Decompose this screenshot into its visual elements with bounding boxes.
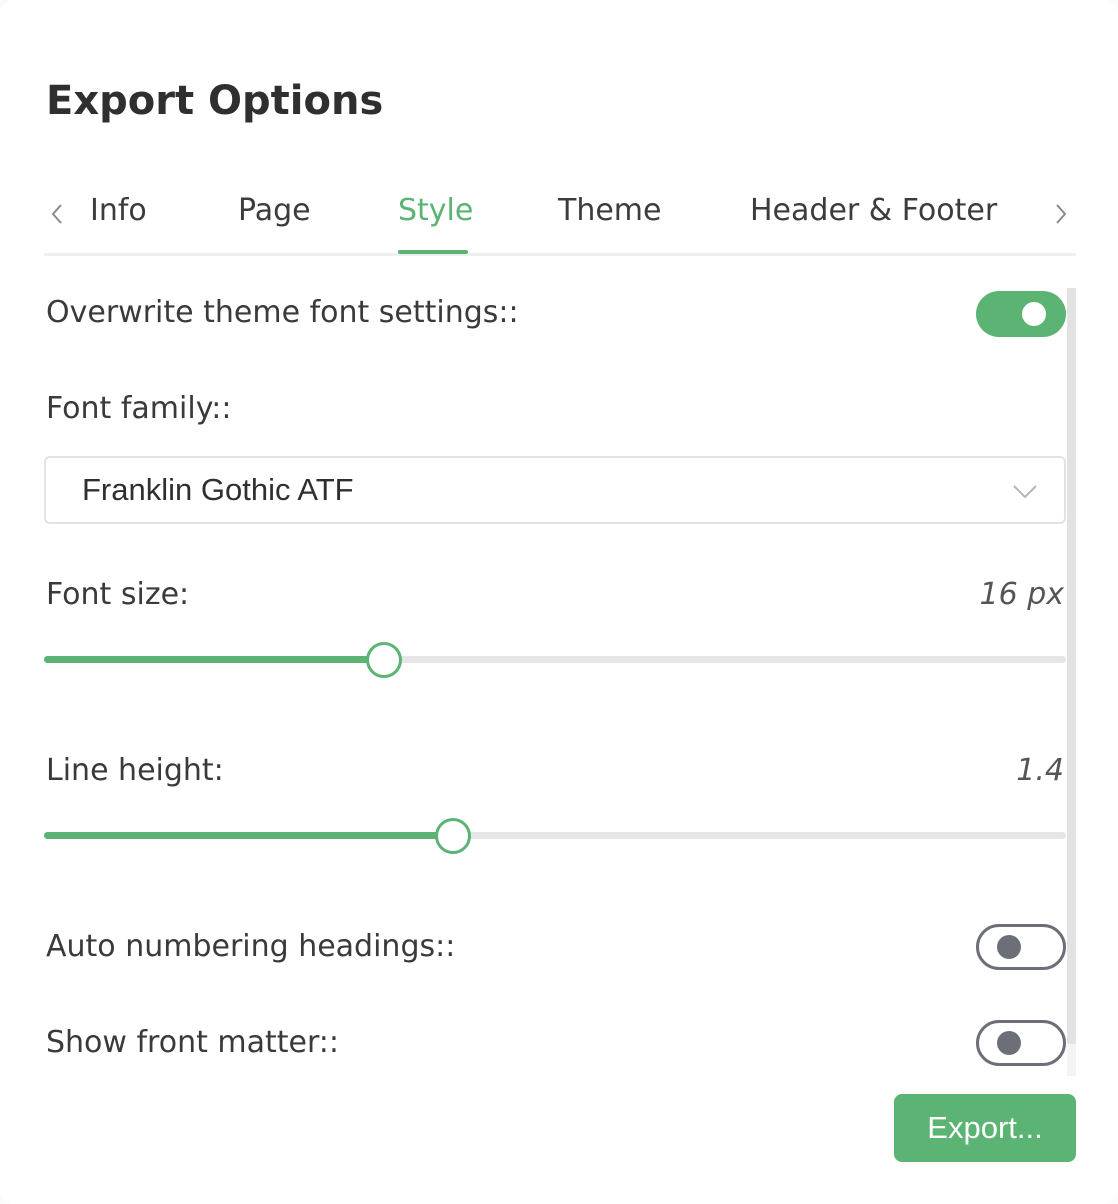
active-tab-indicator	[398, 250, 468, 254]
toggle-knob	[997, 935, 1021, 959]
front-matter-label: Show front matter::	[46, 1025, 339, 1060]
font-size-label: Font size:	[46, 577, 190, 612]
tab-style[interactable]: Style	[398, 190, 473, 232]
slider-fill	[44, 656, 384, 663]
export-options-dialog: Export Options Info Page Style Theme Hea…	[0, 0, 1118, 1204]
auto-numbering-toggle[interactable]	[976, 924, 1066, 970]
tab-bar: Info Page Style Theme Header & Footer	[44, 176, 1076, 256]
toggle-knob	[997, 1031, 1021, 1055]
auto-numbering-label: Auto numbering headings::	[46, 929, 456, 964]
slider-handle[interactable]	[366, 642, 402, 678]
chevron-left-icon	[51, 204, 62, 224]
scrollbar-thumb[interactable]	[1067, 288, 1076, 1044]
toggle-knob	[1022, 302, 1046, 326]
tab-info[interactable]: Info	[90, 190, 147, 232]
slider-fill	[44, 832, 453, 839]
line-height-label: Line height:	[46, 753, 224, 788]
font-family-label: Font family::	[46, 391, 232, 426]
overwrite-font-label: Overwrite theme font settings::	[46, 295, 519, 330]
front-matter-toggle[interactable]	[976, 1020, 1066, 1066]
tab-scroll-left-button[interactable]	[44, 194, 70, 234]
font-family-select[interactable]: Franklin Gothic ATF	[44, 456, 1066, 524]
slider-handle[interactable]	[435, 818, 471, 854]
chevron-right-icon	[1056, 204, 1067, 224]
line-height-value: 1.4	[1016, 753, 1064, 788]
line-height-slider[interactable]	[44, 816, 1066, 856]
export-button[interactable]: Export...	[894, 1094, 1076, 1162]
tab-page[interactable]: Page	[238, 190, 311, 232]
overwrite-font-toggle[interactable]	[976, 291, 1066, 337]
tab-theme[interactable]: Theme	[558, 190, 661, 232]
tab-header-footer[interactable]: Header & Footer	[750, 190, 997, 232]
style-tab-panel: Overwrite theme font settings:: Font fam…	[0, 260, 1118, 1076]
font-family-value: Franklin Gothic ATF	[82, 472, 354, 507]
dialog-title: Export Options	[46, 78, 384, 124]
chevron-down-icon	[1013, 485, 1037, 499]
font-size-value: 16 px	[979, 577, 1064, 612]
tab-scroll-right-button[interactable]	[1048, 194, 1074, 234]
font-size-slider[interactable]	[44, 640, 1066, 680]
